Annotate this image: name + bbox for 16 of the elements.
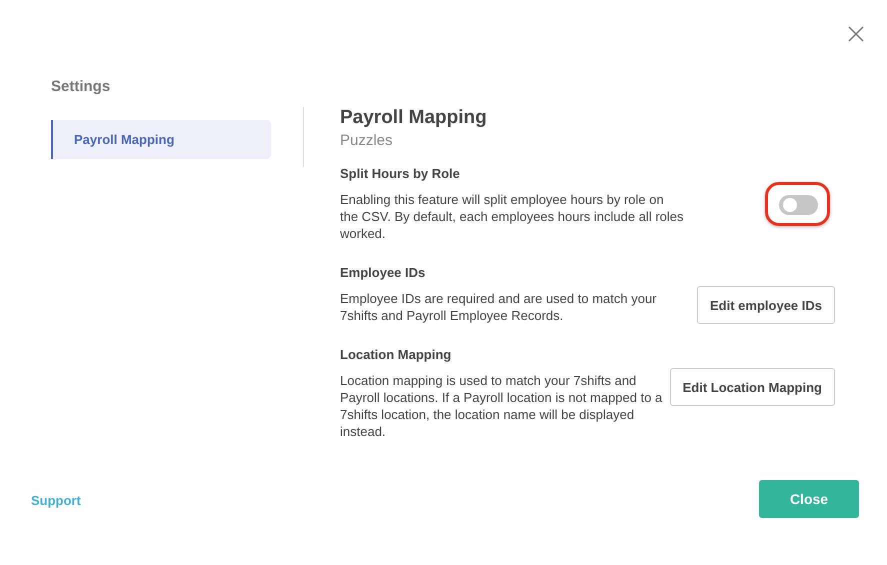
edit-button[interactable]: Edit Location Mapping bbox=[670, 368, 835, 406]
close-icon[interactable] bbox=[848, 26, 864, 42]
section-heading: Location Mapping bbox=[340, 347, 452, 362]
section-heading: Employee IDs bbox=[340, 265, 426, 280]
section-description: Employee IDs are required and are used to match your 7shifts and Payroll Employee Records. bbox=[340, 290, 658, 324]
support-link[interactable]: Support bbox=[31, 493, 81, 508]
section-heading: Split Hours by Role bbox=[340, 166, 461, 181]
section-description: Enabling this feature will split employee hours by role on the CSV. By default, each employees hours include all roles worked. bbox=[340, 191, 684, 242]
page-subtitle: Puzzles bbox=[340, 132, 394, 149]
edit-button[interactable]: Edit employee IDs bbox=[697, 286, 835, 324]
section-description: Location mapping is used to match your 7shifts and Payroll locations. If a Payroll location is not mapped to a 7shifts location, the location name will be displayed instead. bbox=[340, 372, 664, 440]
close-button[interactable]: Close bbox=[759, 480, 859, 518]
toggle-switch[interactable] bbox=[779, 195, 818, 215]
sidebar-item[interactable]: Payroll Mapping bbox=[51, 120, 271, 159]
page-title: Payroll Mapping bbox=[340, 107, 488, 129]
sidebar-title: Settings bbox=[51, 78, 112, 97]
